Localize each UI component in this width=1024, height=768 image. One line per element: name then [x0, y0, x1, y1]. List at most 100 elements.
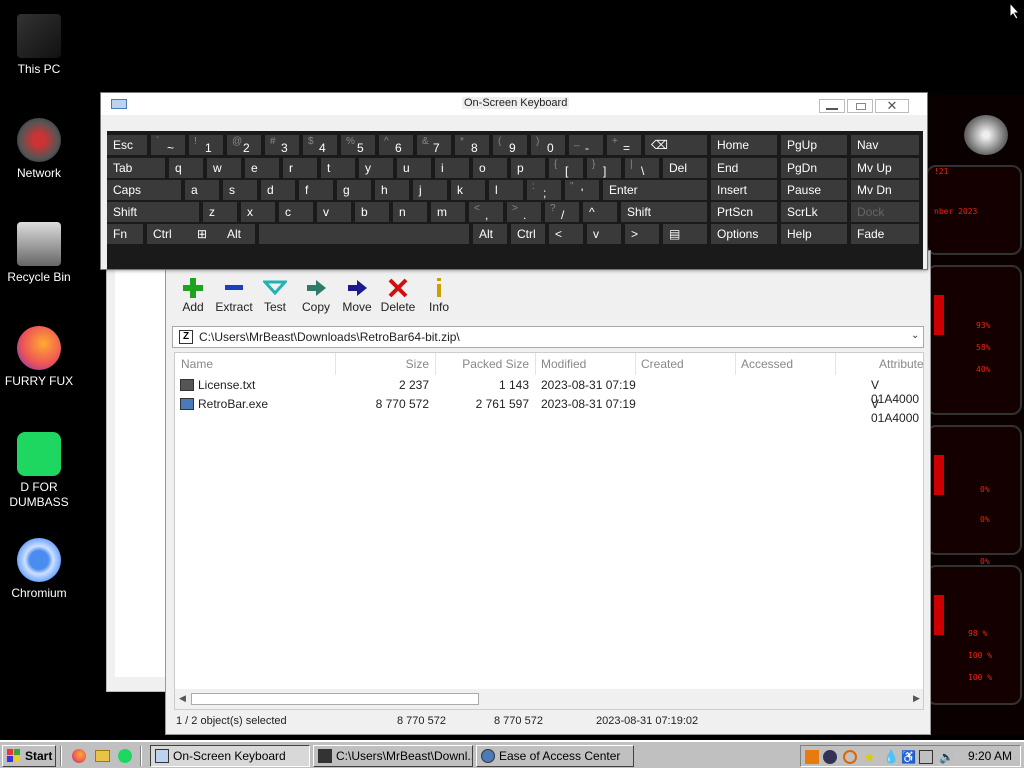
extract-button[interactable]: Extract — [213, 276, 255, 314]
key-3-10[interactable]: ? / — [545, 202, 579, 222]
folder-icon[interactable] — [95, 750, 110, 762]
nav-key-mv-up[interactable]: Mv Up — [851, 158, 919, 178]
key-0-3[interactable]: @2 — [227, 135, 261, 155]
address-bar[interactable]: Z C:\Users\MrBeast\Downloads\RetroBar64-… — [172, 326, 924, 348]
address-path[interactable]: C:\Users\MrBeast\Downloads\RetroBar64-bi… — [199, 330, 460, 344]
key-1-0[interactable]: Tab — [107, 158, 165, 178]
desktop-icon-2[interactable]: Recycle Bin — [4, 222, 74, 285]
move-button[interactable]: Move — [336, 276, 378, 314]
key-4-2[interactable]: ⊞ — [191, 224, 225, 244]
key-4-3[interactable]: Alt — [221, 224, 255, 244]
clock[interactable]: 9:20 AM — [968, 749, 1012, 763]
key-4-4[interactable] — [259, 224, 469, 244]
start-button[interactable]: Start — [2, 745, 56, 767]
key-1-5[interactable]: t — [321, 158, 355, 178]
taskbar-button-1[interactable]: C:\Users\MrBeast\Downl... — [313, 745, 473, 767]
horizontal-scrollbar[interactable]: ◀ ▶ — [175, 689, 923, 709]
search-icon[interactable] — [843, 750, 857, 764]
add-button[interactable]: Add — [172, 276, 214, 314]
info-button[interactable]: Info — [418, 276, 460, 314]
star-icon[interactable]: ★ — [863, 750, 877, 764]
key-2-7[interactable]: j — [413, 180, 447, 200]
key-3-7[interactable]: m — [431, 202, 465, 222]
key-1-13[interactable]: | \ — [625, 158, 659, 178]
key-4-7[interactable]: < — [549, 224, 583, 244]
key-4-9[interactable]: > — [625, 224, 659, 244]
key-3-8[interactable]: <, — [469, 202, 503, 222]
key-0-12[interactable]: _ - — [569, 135, 603, 155]
key-0-13[interactable]: + = — [607, 135, 641, 155]
firefox-icon[interactable] — [72, 749, 86, 763]
nav-key-nav[interactable]: Nav — [851, 135, 919, 155]
key-2-0[interactable]: Caps — [107, 180, 181, 200]
key-0-4[interactable]: #3 — [265, 135, 299, 155]
taskbar-button-2[interactable]: Ease of Access Center — [476, 745, 634, 767]
key-3-2[interactable]: x — [241, 202, 275, 222]
key-3-0[interactable]: Shift — [107, 202, 199, 222]
key-1-2[interactable]: w — [207, 158, 241, 178]
key-2-11[interactable]: " ' — [565, 180, 599, 200]
key-2-8[interactable]: k — [451, 180, 485, 200]
key-0-14[interactable]: ⌫ — [645, 135, 707, 155]
key-0-9[interactable]: * 8 — [455, 135, 489, 155]
column-header-modified[interactable]: Modified — [541, 357, 586, 371]
monitor-icon[interactable] — [919, 750, 933, 764]
key-1-7[interactable]: u — [397, 158, 431, 178]
scrollbar-thumb[interactable] — [191, 693, 479, 705]
key-3-4[interactable]: v — [317, 202, 351, 222]
nav-key-fade[interactable]: Fade — [851, 224, 919, 244]
key-1-12[interactable]: }] — [587, 158, 621, 178]
key-2-5[interactable]: g — [337, 180, 371, 200]
column-header-size[interactable]: Size — [406, 357, 429, 371]
key-0-5[interactable]: $4 — [303, 135, 337, 155]
nav-key-dock[interactable]: Dock — [851, 202, 919, 222]
column-header-created[interactable]: Created — [641, 357, 684, 371]
minimize-button[interactable] — [819, 99, 845, 113]
nav-key-pause[interactable]: Pause — [781, 180, 847, 200]
scroll-right-icon[interactable]: ▶ — [913, 693, 920, 704]
desktop-icon-0[interactable]: This PC — [4, 14, 74, 77]
accessibility-icon[interactable]: ♿ — [901, 750, 916, 764]
key-0-8[interactable]: & 7 — [417, 135, 451, 155]
key-4-0[interactable]: Fn — [107, 224, 143, 244]
network-tray-icon[interactable] — [823, 750, 837, 764]
column-header-attribute[interactable]: Attribute — [879, 357, 923, 371]
key-0-1[interactable]: ` ~ — [151, 135, 185, 155]
close-button[interactable]: ✕ — [875, 99, 909, 113]
nav-key-pgup[interactable]: PgUp — [781, 135, 847, 155]
nav-key-scrlk[interactable]: ScrLk — [781, 202, 847, 222]
desktop-icon-3[interactable]: FURRY FUX — [4, 326, 74, 389]
desktop-icon-4[interactable]: D FOR DUMBASS — [4, 432, 74, 510]
nav-key-home[interactable]: Home — [711, 135, 777, 155]
nav-key-prtscn[interactable]: PrtScn — [711, 202, 777, 222]
key-1-10[interactable]: p — [511, 158, 545, 178]
nav-key-options[interactable]: Options — [711, 224, 777, 244]
column-header-name[interactable]: Name — [181, 357, 213, 371]
chevron-down-icon[interactable]: ⌄ — [911, 330, 919, 341]
key-0-11[interactable]: ) 0 — [531, 135, 565, 155]
nav-key-pgdn[interactable]: PgDn — [781, 158, 847, 178]
key-1-14[interactable]: Del — [663, 158, 707, 178]
key-1-3[interactable]: e — [245, 158, 279, 178]
key-3-9[interactable]: >. — [507, 202, 541, 222]
key-2-2[interactable]: s — [223, 180, 257, 200]
key-1-11[interactable]: {[ — [549, 158, 583, 178]
nav-key-end[interactable]: End — [711, 158, 777, 178]
key-4-1[interactable]: Ctrl — [147, 224, 191, 244]
key-1-1[interactable]: q — [169, 158, 203, 178]
nav-key-help[interactable]: Help — [781, 224, 847, 244]
key-2-4[interactable]: f — [299, 180, 333, 200]
key-0-10[interactable]: (9 — [493, 135, 527, 155]
volume-icon[interactable]: 🔊 — [939, 750, 954, 764]
key-4-6[interactable]: Ctrl — [511, 224, 545, 244]
column-header-accessed[interactable]: Accessed — [741, 357, 793, 371]
key-3-5[interactable]: b — [355, 202, 389, 222]
key-0-0[interactable]: Esc — [107, 135, 147, 155]
title-bar[interactable]: On-Screen Keyboard ✕ — [101, 93, 927, 115]
desktop-icon-1[interactable]: Network — [4, 118, 74, 181]
desktop-icon-5[interactable]: Chromium — [4, 538, 74, 601]
test-button[interactable]: Test — [254, 276, 296, 314]
key-1-6[interactable]: y — [359, 158, 393, 178]
key-3-12[interactable]: Shift — [621, 202, 707, 222]
key-0-7[interactable]: ^ 6 — [379, 135, 413, 155]
